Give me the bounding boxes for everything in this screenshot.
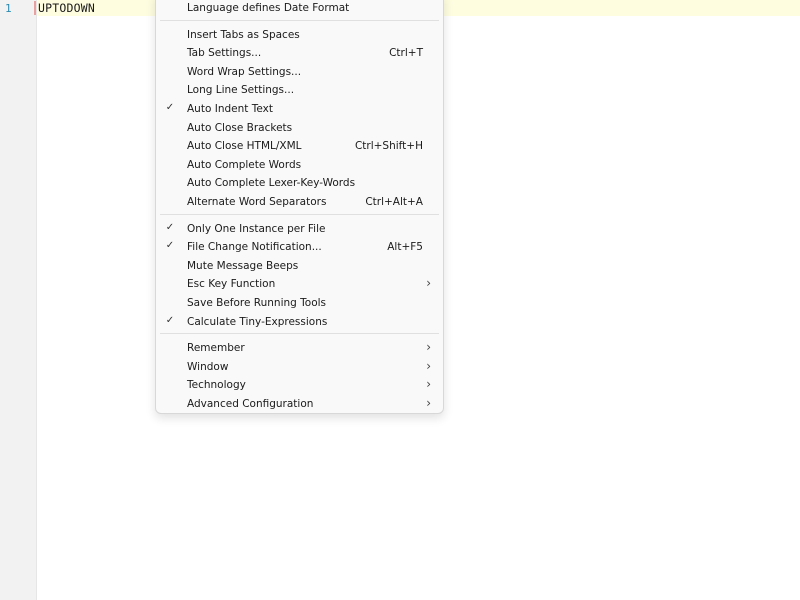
menu-item-calculate-tiny-expressions[interactable]: ✓ Calculate Tiny-Expressions [156,313,443,331]
chevron-right-icon: › [426,358,431,373]
menu-item-alternate-word-separators[interactable]: Alternate Word Separators Ctrl+Alt+A [156,193,443,211]
checkmark-icon: ✓ [165,314,175,326]
menu-item-auto-complete-words[interactable]: Auto Complete Words [156,156,443,174]
menu-item-label: Window [187,360,229,373]
bookmark-margin-marker [34,1,36,15]
menu-item-label: Auto Close HTML/XML [187,140,302,153]
menu-separator [160,213,439,215]
menu-item-label: Auto Complete Words [187,158,302,171]
menu-item-auto-close-brackets[interactable]: Auto Close Brackets [156,119,443,137]
menu-item-label: Technology [187,379,246,392]
line-number-gutter[interactable]: 1 [0,0,37,600]
menu-item-shortcut: Ctrl+Shift+H [354,140,423,153]
code-line-text[interactable]: UPTODOWN [38,1,95,15]
menu-item-shortcut: Alt+F5 [387,241,423,254]
menu-item-label: Calculate Tiny-Expressions [187,315,328,328]
menu-item-shortcut: Ctrl+Alt+A [365,196,423,208]
menu-item-technology[interactable]: Technology › [156,376,443,394]
line-number: 1 [5,2,12,15]
menu-item-label: Auto Complete Lexer-Key-Words [187,177,356,190]
menu-item-shortcut: Ctrl+T [389,47,423,60]
menu-item-advanced-configuration[interactable]: Advanced Configuration › [156,395,443,413]
menu-item-save-before-running-tools[interactable]: Save Before Running Tools [156,294,443,312]
menu-item-label: Mute Message Beeps [187,259,299,272]
chevron-right-icon: › [426,396,431,410]
chevron-right-icon: › [426,276,431,291]
menu-item-long-line-settings[interactable]: Long Line Settings... [156,81,443,99]
menu-item-window[interactable]: Window › [156,358,443,376]
menu-item-label: Language defines Date Format [187,2,350,14]
menu-item-remember[interactable]: Remember › [156,339,443,357]
menu-item-label: Long Line Settings... [187,84,295,97]
menu-separator [160,333,439,335]
editor-window: 1 UPTODOWN Language defines Date Format I… [0,0,800,600]
menu-item-tab-settings[interactable]: Tab Settings... Ctrl+T [156,44,443,62]
menu-item-file-change-notification[interactable]: ✓ File Change Notification... Alt+F5 [156,238,443,256]
menu-item-label: Auto Close Brackets [187,121,293,134]
chevron-right-icon: › [426,377,431,392]
menu-item-label: Only One Instance per File [187,222,326,235]
menu-item-auto-indent-text[interactable]: ✓ Auto Indent Text [156,100,443,118]
chevron-right-icon: › [426,340,431,355]
settings-context-menu: Language defines Date Format Insert Tabs … [155,0,444,414]
menu-item-label: Auto Indent Text [187,103,273,115]
menu-item-label: File Change Notification... [187,241,322,254]
menu-item-esc-key-function[interactable]: Esc Key Function › [156,275,443,293]
menu-item-label: Advanced Configuration [187,398,314,410]
checkmark-icon: ✓ [165,221,175,233]
menu-item-mute-message-beeps[interactable]: Mute Message Beeps [156,257,443,275]
menu-item-only-one-instance-per-file[interactable]: ✓ Only One Instance per File [156,220,443,238]
menu-item-label: Esc Key Function [187,278,276,291]
menu-item-label: Tab Settings... [187,47,262,60]
menu-item-auto-complete-lexer-key-words[interactable]: Auto Complete Lexer-Key-Words [156,174,443,192]
menu-item-label: Save Before Running Tools [187,297,327,309]
checkmark-icon: ✓ [165,240,175,252]
menu-item-label: Word Wrap Settings... [187,65,302,78]
menu-item-language-defines-date-format[interactable]: Language defines Date Format [156,0,443,17]
menu-item-auto-close-html-xml[interactable]: Auto Close HTML/XML Ctrl+Shift+H [156,137,443,155]
menu-item-label: Insert Tabs as Spaces [187,28,300,41]
menu-item-label: Alternate Word Separators [187,196,327,208]
menu-item-word-wrap-settings[interactable]: Word Wrap Settings... [156,63,443,81]
checkmark-icon: ✓ [165,102,175,113]
menu-item-label: Remember [187,342,245,355]
menu-separator [160,19,439,21]
menu-item-insert-tabs-as-spaces[interactable]: Insert Tabs as Spaces [156,26,443,44]
